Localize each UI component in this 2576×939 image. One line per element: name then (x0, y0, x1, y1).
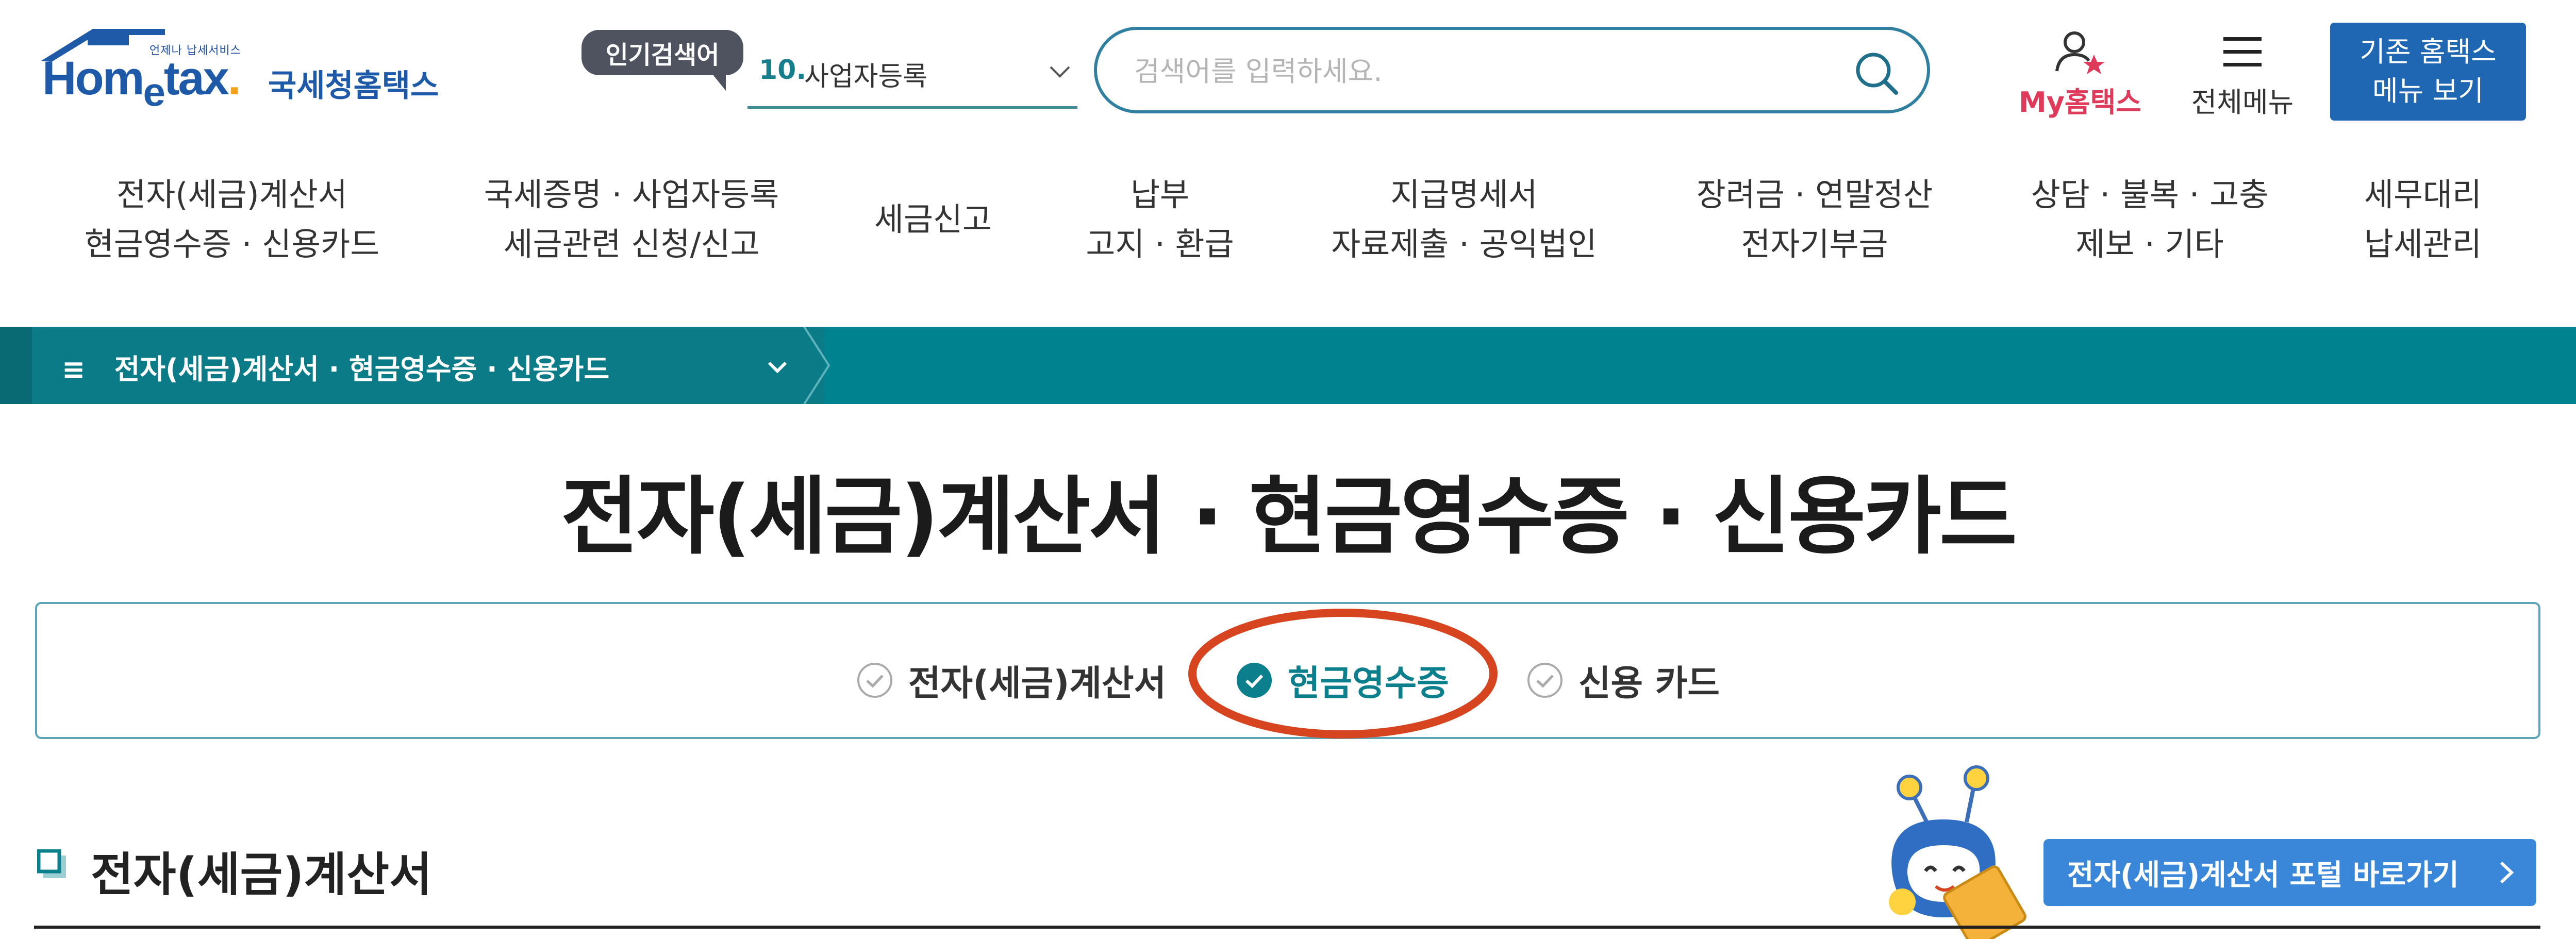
chevron-right-icon (2500, 861, 2514, 884)
popular-search-dropdown[interactable]: 10. 사업자등록 (747, 40, 1077, 109)
section-title: 전자(세금)계산서 (91, 848, 432, 902)
nav-item-line1: 지급명세서 (1390, 176, 1538, 213)
tab-label: 신용 카드 (1578, 663, 1720, 704)
breadcrumb-stripe (0, 327, 32, 404)
search-box (1094, 27, 1930, 113)
popular-search-badge: 인기검색어 (581, 30, 743, 75)
logo-wordmark: Hometax. (42, 52, 241, 114)
my-hometax-label: My홈택스 (2019, 86, 2141, 119)
chevron-down-icon[interactable] (765, 355, 790, 379)
nav-item-payment[interactable]: 납부 고지 · 환급 (1057, 170, 1263, 269)
main-nav: 전자(세금)계산서 현금영수증 · 신용카드 국세증명 · 사업자등록 세금관련… (0, 170, 2576, 325)
einvoice-portal-button[interactable]: 전자(세금)계산서 포털 바로가기 (2043, 839, 2536, 906)
search-icon[interactable] (1852, 48, 1901, 98)
nav-item-line1: 세금신고 (874, 200, 992, 238)
all-menu-button[interactable]: 전체메뉴 (2175, 29, 2309, 120)
nav-item-einvoice[interactable]: 전자(세금)계산서 현금영수증 · 신용카드 (77, 170, 387, 269)
nav-item-certificates[interactable]: 국세증명 · 사업자등록 세금관련 신청/신고 (464, 170, 799, 269)
nav-item-line2: 제보 · 기타 (2075, 225, 2224, 263)
nav-item-line1: 상담 · 불복 · 고충 (2031, 176, 2269, 213)
nav-item-line2: 납세관리 (2364, 225, 2482, 263)
nav-item-consultation[interactable]: 상담 · 불복 · 고충 제보 · 기타 (2016, 170, 2284, 269)
legacy-menu-button[interactable]: 기존 홈택스 메뉴 보기 (2330, 23, 2526, 121)
section-divider (34, 926, 2540, 929)
nav-item-line1: 국세증명 · 사업자등록 (484, 176, 779, 213)
hamburger-icon (2223, 37, 2262, 66)
logo-kr-name: 국세청홈택스 (268, 68, 439, 104)
breadcrumb-separator (803, 327, 830, 404)
breadcrumb-label: 전자(세금)계산서 · 현금영수증 · 신용카드 (114, 353, 610, 385)
portal-button-label: 전자(세금)계산서 포털 바로가기 (2067, 858, 2459, 892)
nav-item-line2: 전자기부금 (1741, 225, 1888, 263)
tab-einvoice[interactable]: 전자(세금)계산서 (856, 655, 1166, 706)
nav-item-tax-filing[interactable]: 세금신고 (856, 195, 1010, 244)
popular-rank: 10. (759, 55, 807, 86)
nav-item-incentives[interactable]: 장려금 · 연말정산 전자기부금 (1675, 170, 1954, 269)
nav-item-line2: 고지 · 환급 (1086, 225, 1234, 263)
menu-icon: ≡ (62, 353, 86, 385)
mascot-icon (1889, 765, 2026, 939)
legacy-menu-line1: 기존 홈택스 (2359, 36, 2497, 68)
nav-item-line1: 장려금 · 연말정산 (1696, 176, 1933, 213)
highlight-circle-annotation (1188, 609, 1498, 739)
legacy-menu-line2: 메뉴 보기 (2372, 75, 2484, 107)
tab-label: 전자(세금)계산서 (908, 663, 1167, 704)
nav-item-tax-agent[interactable]: 세무대리 납세관리 (2340, 170, 2505, 269)
popular-keyword: 사업자등록 (804, 61, 928, 92)
check-circle-icon (857, 662, 892, 698)
my-hometax-button[interactable]: My홈택스 (2005, 29, 2155, 120)
section-bullet-icon (37, 849, 66, 878)
tab-credit-card[interactable]: 신용 카드 (1526, 655, 1720, 706)
user-star-icon (2055, 31, 2105, 74)
search-input[interactable] (1133, 47, 1805, 95)
nav-item-line2: 자료제출 · 공익법인 (1331, 225, 1597, 263)
nav-item-line2: 세금관련 신청/신고 (503, 225, 760, 263)
nav-item-line1: 세무대리 (2364, 176, 2482, 213)
all-menu-label: 전체메뉴 (2191, 86, 2294, 119)
nav-item-line1: 납부 (1130, 176, 1190, 213)
nav-item-payment-statements[interactable]: 지급명세서 자료제출 · 공익법인 (1309, 170, 1619, 269)
check-circle-icon (1527, 662, 1563, 698)
nav-item-line1: 전자(세금)계산서 (117, 176, 347, 213)
chevron-down-icon (1050, 66, 1070, 78)
page-title: 전자(세금)계산서 · 현금영수증 · 신용카드 (561, 467, 2017, 566)
breadcrumb: ≡ 전자(세금)계산서 · 현금영수증 · 신용카드 (62, 346, 609, 387)
nav-item-line2: 현금영수증 · 신용카드 (84, 225, 380, 263)
